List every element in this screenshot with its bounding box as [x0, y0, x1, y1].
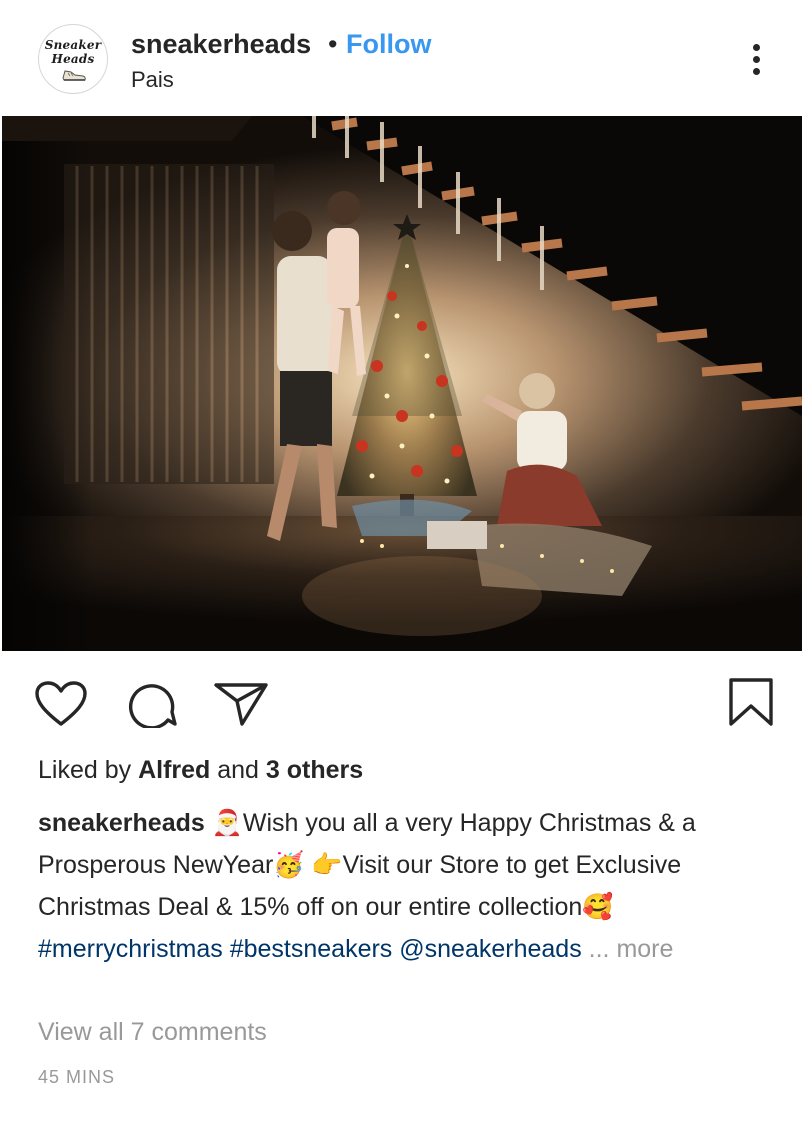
paper-plane-icon[interactable] [212, 680, 270, 728]
bookmark-icon[interactable] [726, 676, 776, 728]
view-all-comments-link[interactable]: View all 7 comments [38, 1018, 267, 1047]
likes-prefix: Liked by [38, 756, 139, 784]
sneaker-icon [62, 70, 86, 81]
follow-button[interactable]: Follow [346, 29, 431, 60]
post-location[interactable]: Pais [131, 67, 174, 93]
santa-emoji: 🎅 [211, 809, 243, 837]
love-emoji: 🥰 [582, 893, 614, 921]
liked-by-others-link[interactable]: 3 others [266, 756, 363, 784]
avatar-logo-text-line2: Heads [51, 52, 95, 66]
caption-more-link[interactable]: ... more [589, 935, 674, 963]
party-emoji: 🥳 [273, 851, 305, 879]
post-timestamp: 45 MINS [38, 1067, 116, 1087]
likes-middle: and [210, 756, 266, 784]
heart-icon[interactable] [34, 680, 88, 728]
caption-username[interactable]: sneakerheads [38, 809, 205, 837]
hashtag-merrychristmas[interactable]: #merrychristmas [38, 935, 223, 963]
avatar[interactable]: Sneaker Heads [38, 24, 108, 94]
post-header: Sneaker Heads sneakerheads • Follow Pais [0, 0, 804, 116]
post-caption: sneakerheads 🎅Wish you all a very Happy … [38, 802, 778, 970]
hashtag-bestsneakers[interactable]: #bestsneakers [230, 935, 393, 963]
liked-by-user-link[interactable]: Alfred [138, 756, 210, 784]
mention-sneakerheads[interactable]: @sneakerheads [399, 935, 581, 963]
instagram-post: Sneaker Heads sneakerheads • Follow Pais [0, 0, 804, 1136]
post-image[interactable] [2, 116, 802, 651]
christmas-tree-photo [2, 116, 802, 651]
separator-dot: • [328, 29, 338, 59]
pointing-emoji: 👉 [311, 851, 343, 879]
comment-icon[interactable] [124, 680, 178, 728]
post-username[interactable]: sneakerheads [131, 29, 311, 60]
more-options-icon[interactable] [744, 40, 770, 80]
action-bar [0, 651, 804, 751]
avatar-logo-text-line1: Sneaker [44, 38, 102, 52]
likes-summary: Liked by Alfred and 3 others [38, 756, 363, 785]
